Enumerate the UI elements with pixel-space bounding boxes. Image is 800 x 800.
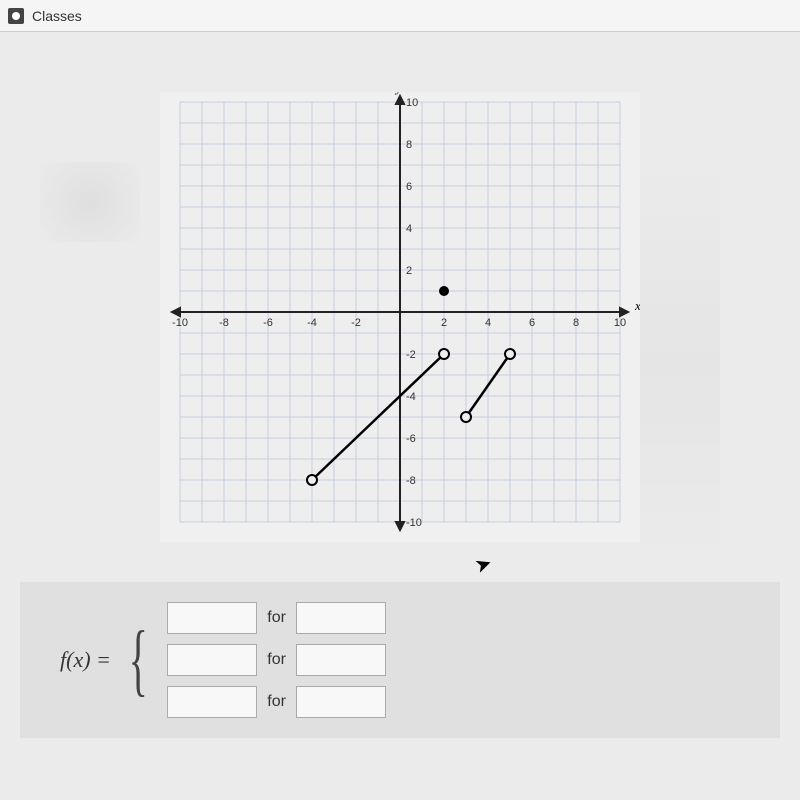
- svg-text:-4: -4: [307, 317, 317, 329]
- open-point: [439, 349, 449, 359]
- svg-text:2: 2: [441, 317, 447, 329]
- piecewise-rows: for for for: [167, 602, 386, 718]
- tab-label[interactable]: Classes: [32, 8, 82, 24]
- domain-input-2[interactable]: [296, 644, 386, 676]
- for-label: for: [267, 651, 286, 669]
- svg-text:10: 10: [614, 317, 626, 329]
- expression-input-3[interactable]: [167, 686, 257, 718]
- svg-text:8: 8: [406, 139, 412, 151]
- svg-text:8: 8: [573, 317, 579, 329]
- open-point: [505, 349, 515, 359]
- coordinate-plane: x y -10 -8 -6 -4 -2 2 4 6 8 10 10 8 6 4: [160, 92, 640, 542]
- svg-text:6: 6: [406, 181, 412, 193]
- svg-text:-2: -2: [406, 349, 416, 361]
- svg-text:-6: -6: [406, 433, 416, 445]
- y-axis-label: y: [394, 92, 402, 95]
- equation-area: f(x) = { for for for: [20, 582, 780, 738]
- domain-input-3[interactable]: [296, 686, 386, 718]
- svg-text:2: 2: [406, 265, 412, 277]
- cursor-icon: ➤: [471, 550, 495, 579]
- expression-input-2[interactable]: [167, 644, 257, 676]
- svg-text:10: 10: [406, 97, 418, 109]
- tab-bar: Classes: [0, 0, 800, 32]
- svg-text:-10: -10: [172, 317, 188, 329]
- paper-smudge: [640, 162, 720, 562]
- open-point: [461, 412, 471, 422]
- content-area: x y -10 -8 -6 -4 -2 2 4 6 8 10 10 8 6 4: [0, 32, 800, 800]
- paper-smudge: [40, 162, 140, 242]
- piecewise-row: for: [167, 602, 386, 634]
- svg-text:-6: -6: [263, 317, 273, 329]
- svg-text:-8: -8: [219, 317, 229, 329]
- brace-icon: {: [128, 628, 147, 692]
- svg-text:-10: -10: [406, 517, 422, 529]
- svg-text:-2: -2: [351, 317, 361, 329]
- for-label: for: [267, 693, 286, 711]
- domain-input-1[interactable]: [296, 602, 386, 634]
- x-axis-label: x: [634, 298, 640, 313]
- svg-text:4: 4: [406, 223, 412, 235]
- open-point: [307, 475, 317, 485]
- svg-text:6: 6: [529, 317, 535, 329]
- equation-lhs: f(x) =: [60, 647, 111, 673]
- svg-text:-8: -8: [406, 475, 416, 487]
- svg-text:4: 4: [485, 317, 491, 329]
- for-label: for: [267, 609, 286, 627]
- svg-text:-4: -4: [406, 391, 416, 403]
- classes-tab-icon: [8, 8, 24, 24]
- expression-input-1[interactable]: [167, 602, 257, 634]
- graph-container: x y -10 -8 -6 -4 -2 2 4 6 8 10 10 8 6 4: [160, 92, 640, 542]
- piecewise-row: for: [167, 686, 386, 718]
- piecewise-row: for: [167, 644, 386, 676]
- closed-point: [439, 286, 449, 296]
